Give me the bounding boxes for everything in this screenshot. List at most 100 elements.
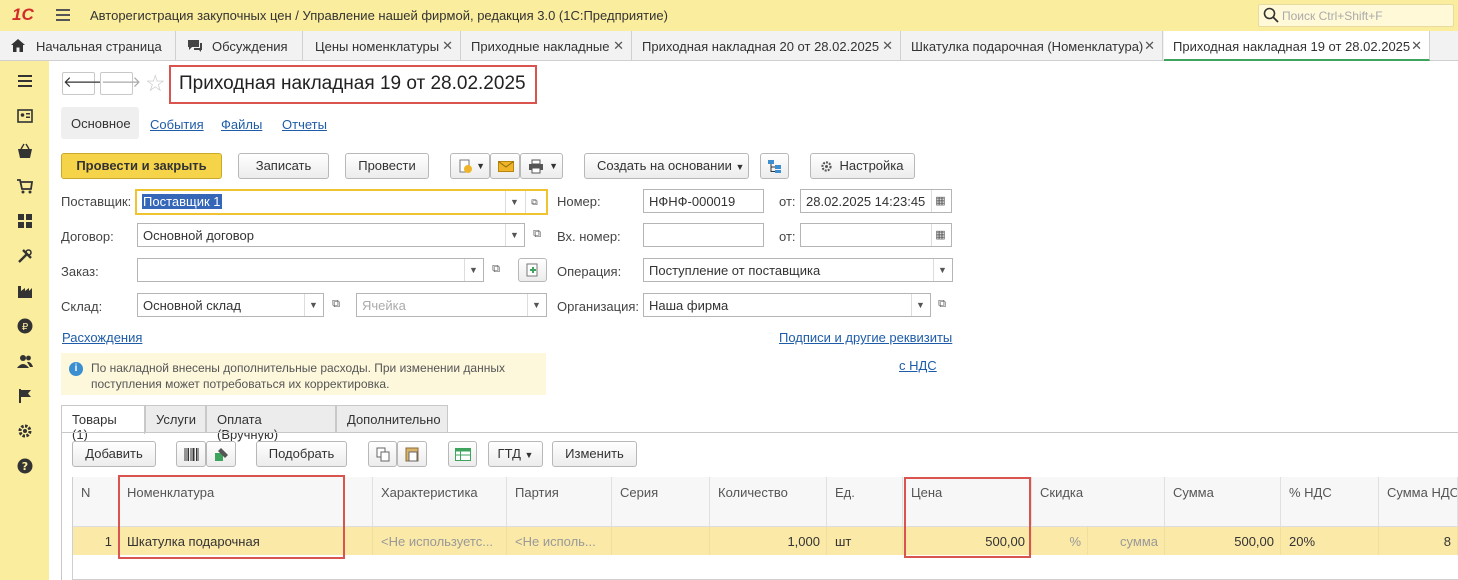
back-button[interactable]: 🡐	[62, 72, 103, 95]
scanner-button[interactable]	[206, 441, 236, 467]
add-row-button[interactable]: Добавить	[72, 441, 156, 467]
copy-button[interactable]	[368, 441, 397, 467]
number-field[interactable]: НФНФ-000019	[643, 189, 764, 213]
tab-services[interactable]: Услуги	[145, 405, 206, 433]
chevron-down-icon[interactable]: ▼	[505, 191, 523, 213]
favorite-star-icon[interactable]: ☆	[145, 70, 166, 97]
cart-icon[interactable]	[17, 178, 33, 194]
tab-discussions[interactable]: Обсуждения	[177, 31, 303, 61]
post-button[interactable]: Провести	[345, 153, 429, 179]
cell-qty[interactable]: 1,000	[710, 527, 827, 555]
tab-home[interactable]: Начальная страница	[0, 31, 176, 61]
col-header-batch[interactable]: Партия	[507, 477, 612, 527]
in-date-field[interactable]: . . ▦	[800, 223, 952, 247]
tab-receipts[interactable]: Приходные накладные ✕	[462, 31, 632, 61]
close-icon[interactable]: ✕	[1144, 38, 1155, 54]
forward-button[interactable]: 🡒	[100, 72, 141, 95]
chevron-down-icon[interactable]: ▼	[911, 294, 929, 316]
warehouse-field[interactable]: Основной склад ▼	[137, 293, 324, 317]
cell-n[interactable]: 1	[73, 527, 119, 555]
col-header-n[interactable]: N	[73, 477, 119, 527]
chevron-down-icon[interactable]: ▼	[304, 294, 322, 316]
cell-discount-sum[interactable]: сумма	[1088, 527, 1165, 555]
print-dropdown-button[interactable]: ▼	[520, 153, 563, 179]
close-icon[interactable]: ✕	[442, 38, 453, 54]
vat-link[interactable]: с НДС	[899, 358, 937, 373]
calendar-icon[interactable]: ▦	[931, 224, 949, 246]
save-button[interactable]: Записать	[238, 153, 329, 179]
close-icon[interactable]: ✕	[882, 38, 893, 54]
change-button[interactable]: Изменить	[552, 441, 637, 467]
operation-field[interactable]: Поступление от поставщика ▼	[643, 258, 953, 282]
date-field[interactable]: 28.02.2025 14:23:45 ▦	[800, 189, 952, 213]
tab-additional[interactable]: Дополнительно	[336, 405, 448, 433]
signatures-link[interactable]: Подписи и другие реквизиты	[779, 330, 952, 345]
tab-receipt-19[interactable]: Приходная накладная 19 от 28.02.2025 ✕	[1164, 31, 1430, 61]
org-open-icon[interactable]: ⧉	[932, 293, 952, 317]
gear-icon[interactable]	[17, 423, 33, 439]
users-icon[interactable]	[17, 353, 33, 369]
tab-goods[interactable]: Товары (1)	[61, 405, 145, 442]
barcode-button[interactable]	[176, 441, 206, 467]
tools-icon[interactable]	[17, 248, 33, 264]
subtab-files[interactable]: Файлы	[221, 117, 262, 132]
paste-button[interactable]	[397, 441, 427, 467]
col-header-series[interactable]: Серия	[612, 477, 710, 527]
email-button[interactable]	[490, 153, 520, 179]
chevron-down-icon[interactable]: ▼	[527, 294, 545, 316]
cell-field[interactable]: Ячейка ▼	[356, 293, 547, 317]
col-header-discount[interactable]: Скидка	[1032, 477, 1165, 527]
subtab-reports[interactable]: Отчеты	[282, 117, 327, 132]
fill-order-button[interactable]	[518, 258, 547, 282]
org-field[interactable]: Наша фирма ▼	[643, 293, 931, 317]
tab-payment[interactable]: Оплата (Вручную)	[206, 405, 336, 442]
col-header-unit[interactable]: Ед.	[827, 477, 903, 527]
in-number-field[interactable]	[643, 223, 764, 247]
cell-series[interactable]	[612, 527, 710, 555]
col-header-characteristic[interactable]: Характеристика	[373, 477, 507, 527]
contract-open-icon[interactable]: ⧉	[527, 223, 547, 247]
warehouse-open-icon[interactable]: ⧉	[326, 293, 346, 317]
chevron-down-icon[interactable]: ▼	[505, 224, 523, 246]
open-icon[interactable]: ⧉	[525, 191, 543, 213]
tab-gift-box[interactable]: Шкатулка подарочная (Номенклатура) ✕	[902, 31, 1163, 61]
cell-vat-sum[interactable]: 8	[1379, 527, 1458, 555]
order-open-icon[interactable]: ⧉	[486, 258, 506, 282]
cell-vat-pct[interactable]: 20%	[1281, 527, 1379, 555]
chevron-down-icon[interactable]: ▼	[933, 259, 951, 281]
cell-batch[interactable]: <Не исполь...	[507, 527, 612, 555]
grid-apps-icon[interactable]	[17, 213, 33, 229]
create-based-on-button[interactable]: Создать на основании ▼	[584, 153, 749, 179]
attach-dropdown-button[interactable]: ▼	[450, 153, 490, 179]
col-header-sum[interactable]: Сумма	[1165, 477, 1281, 527]
cell-discount-pct[interactable]: %	[1032, 527, 1088, 555]
discrepancies-link[interactable]: Расхождения	[62, 330, 142, 345]
order-field[interactable]: ▼	[137, 258, 484, 282]
tab-prices[interactable]: Цены номенклатуры ✕	[304, 31, 461, 61]
subtab-events[interactable]: События	[150, 117, 204, 132]
menu-lines-icon[interactable]	[17, 73, 33, 89]
cell-unit[interactable]: шт	[827, 527, 903, 555]
gtd-dropdown-button[interactable]: ГТД ▼	[488, 441, 543, 467]
supplier-field[interactable]: Поставщик 1 ▼ ⧉	[135, 189, 548, 215]
cell-characteristic[interactable]: <Не используетс...	[373, 527, 507, 555]
help-icon[interactable]: ?	[17, 458, 33, 474]
pick-button[interactable]: Подобрать	[256, 441, 347, 467]
flag-icon[interactable]	[17, 388, 33, 404]
cell-sum[interactable]: 500,00	[1165, 527, 1281, 555]
post-and-close-button[interactable]: Провести и закрыть	[61, 153, 222, 179]
col-header-vat-pct[interactable]: % НДС	[1281, 477, 1379, 527]
tab-receipt-20[interactable]: Приходная накладная 20 от 28.02.2025 ✕	[633, 31, 901, 61]
app-logo[interactable]: 1С	[12, 5, 34, 25]
settings-button[interactable]: Настройка	[810, 153, 915, 179]
col-header-vat-sum[interactable]: Сумма НДС	[1379, 477, 1458, 527]
factory-icon[interactable]	[17, 283, 33, 299]
ruble-icon[interactable]: ₽	[17, 318, 33, 334]
calendar-icon[interactable]: ▦	[931, 190, 949, 212]
close-icon[interactable]: ✕	[1411, 38, 1422, 54]
col-header-qty[interactable]: Количество	[710, 477, 827, 527]
close-icon[interactable]: ✕	[613, 38, 624, 54]
subtab-main[interactable]: Основное	[61, 107, 139, 139]
structure-button[interactable]	[760, 153, 789, 179]
table-settings-button[interactable]	[448, 441, 477, 467]
